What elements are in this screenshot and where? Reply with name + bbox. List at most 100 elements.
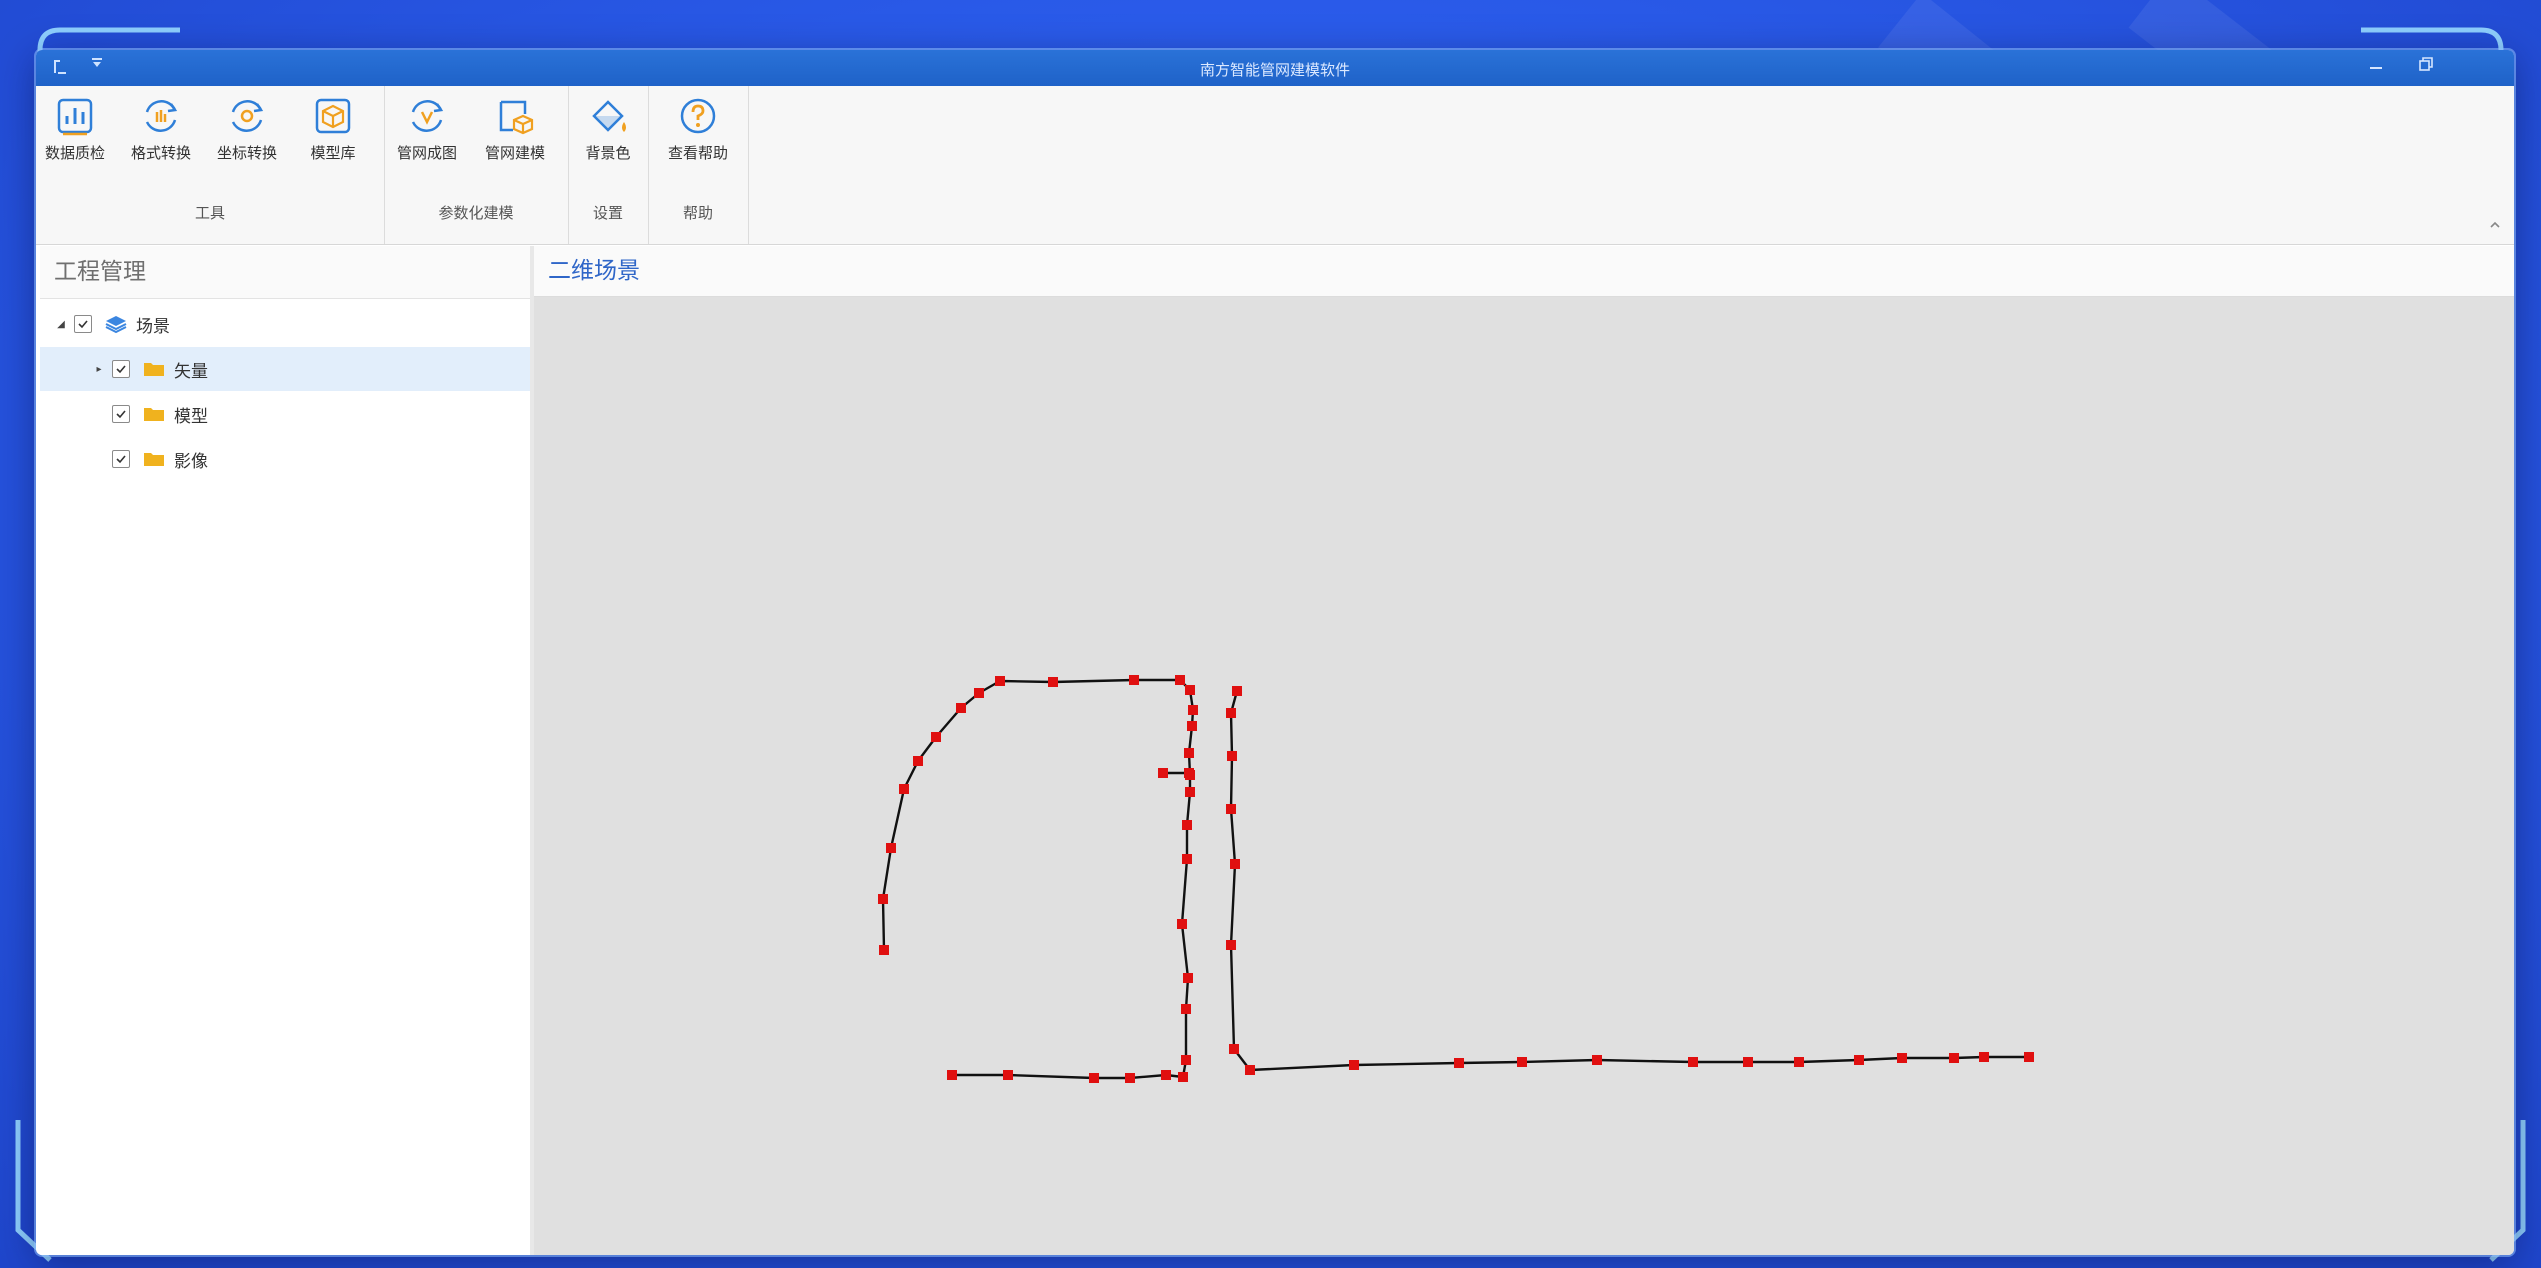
pipe-node[interactable]	[1048, 677, 1058, 687]
pipe-node[interactable]	[1161, 1070, 1171, 1080]
collapse-arrow-icon[interactable]: ◢	[54, 319, 68, 330]
tree-item-scene-label: 场景	[136, 316, 170, 337]
folder-icon	[144, 363, 164, 376]
pipe-node[interactable]	[1688, 1057, 1698, 1067]
pipe-node[interactable]	[1181, 1004, 1191, 1014]
pipe-modeling-button[interactable]: 管网建模	[480, 92, 550, 182]
format-convert-label: 格式转换	[130, 144, 191, 162]
title-bar: 南方智能管网建模软件	[36, 50, 2514, 86]
pipe-node[interactable]	[1454, 1058, 1464, 1068]
pipe-node[interactable]	[947, 1070, 957, 1080]
coordinate-convert-button[interactable]: 坐标转换	[212, 92, 282, 182]
pipe-node[interactable]	[878, 894, 888, 904]
pipe-node[interactable]	[1854, 1055, 1864, 1065]
pipe-node[interactable]	[1245, 1065, 1255, 1075]
pipe-node[interactable]	[931, 732, 941, 742]
pipe-mapping-label: 管网成图	[396, 144, 457, 162]
pipe-node[interactable]	[1125, 1073, 1135, 1083]
checkbox-vector[interactable]	[112, 360, 130, 378]
pipe-node[interactable]	[2024, 1052, 2034, 1062]
ribbon-collapse-icon[interactable]	[2488, 218, 2504, 234]
pipe-node[interactable]	[1182, 820, 1192, 830]
format-convert-button[interactable]: 格式转换	[126, 92, 196, 182]
data-check-button[interactable]: 数据质检	[40, 92, 110, 182]
pipe-node[interactable]	[1226, 940, 1236, 950]
view-help-label: 查看帮助	[667, 144, 728, 162]
map-canvas[interactable]	[534, 297, 2514, 1255]
pipe-node[interactable]	[1229, 1044, 1239, 1054]
ribbon-group-help: 查看帮助 帮助	[648, 86, 749, 244]
coordinate-convert-label: 坐标转换	[216, 144, 277, 162]
tab-2d-scene[interactable]: 二维场景	[534, 246, 2514, 297]
pipe-node[interactable]	[899, 784, 909, 794]
pipe-line	[881, 678, 1195, 1080]
pipe-node[interactable]	[956, 703, 966, 713]
pipe-node[interactable]	[1897, 1053, 1907, 1063]
tree-item-model[interactable]: 模型	[40, 392, 530, 436]
checkbox-scene[interactable]	[74, 315, 92, 333]
pipe-node[interactable]	[1743, 1057, 1753, 1067]
tree-item-model-label: 模型	[174, 406, 208, 427]
group-label-parametric-modeling: 参数化建模	[438, 204, 514, 222]
pipe-node[interactable]	[879, 945, 889, 955]
pipe-node[interactable]	[1177, 919, 1187, 929]
pipe-node[interactable]	[974, 688, 984, 698]
pipe-mapping-icon	[411, 100, 444, 132]
pipe-node[interactable]	[1949, 1053, 1959, 1063]
pipe-node[interactable]	[1182, 854, 1192, 864]
pipe-node[interactable]	[1592, 1055, 1602, 1065]
scene-2d-view: 二维场景	[534, 246, 2514, 1255]
pipe-node[interactable]	[1185, 787, 1195, 797]
pipe-modeling-label: 管网建模	[484, 144, 545, 162]
checkbox-imagery[interactable]	[112, 450, 130, 468]
pipe-node[interactable]	[1129, 675, 1139, 685]
pipe-node[interactable]	[1175, 675, 1185, 685]
pipe-node[interactable]	[1185, 685, 1195, 695]
pipe-mapping-button[interactable]: 管网成图	[392, 92, 462, 182]
pipe-node[interactable]	[1188, 705, 1198, 715]
pipe-node[interactable]	[1226, 708, 1236, 718]
pipe-node[interactable]	[1158, 768, 1168, 778]
pipe-node[interactable]	[1227, 751, 1237, 761]
model-library-icon	[315, 98, 351, 134]
tree-item-vector[interactable]: ▸ 矢量	[40, 347, 530, 391]
pipe-node[interactable]	[1226, 804, 1236, 814]
tree-item-imagery[interactable]: 影像	[40, 437, 530, 481]
pipe-node[interactable]	[1979, 1052, 1989, 1062]
model-library-button[interactable]: 模型库	[298, 92, 368, 182]
pipe-node[interactable]	[1178, 1072, 1188, 1082]
pipe-node[interactable]	[1187, 721, 1197, 731]
pipe-node[interactable]	[913, 756, 923, 766]
pipe-node[interactable]	[1230, 859, 1240, 869]
tree-item-imagery-label: 影像	[174, 451, 208, 472]
pipe-node[interactable]	[1183, 973, 1193, 983]
expand-arrow-icon[interactable]: ▸	[92, 364, 106, 375]
pipe-node[interactable]	[1349, 1060, 1359, 1070]
pipe-node[interactable]	[1794, 1057, 1804, 1067]
window-title: 南方智能管网建模软件	[1199, 61, 1350, 79]
view-help-button[interactable]: 查看帮助	[663, 92, 733, 182]
pipe-node[interactable]	[886, 843, 896, 853]
group-label-tools: 工具	[194, 204, 225, 222]
format-convert-icon	[145, 100, 178, 132]
pipe-node[interactable]	[1184, 748, 1194, 758]
minimize-button[interactable]	[2358, 54, 2394, 80]
group-label-help: 帮助	[682, 204, 713, 222]
pipe-node[interactable]	[1232, 686, 1242, 696]
coordinate-convert-icon	[231, 100, 264, 132]
pipe-node[interactable]	[995, 676, 1005, 686]
pipe-node[interactable]	[1184, 768, 1194, 778]
pipe-node[interactable]	[1517, 1057, 1527, 1067]
pipe-line	[1229, 690, 2029, 1072]
ribbon-group-settings: 背景色 设置	[568, 86, 649, 244]
pipe-node[interactable]	[1181, 1055, 1191, 1065]
tree-item-scene[interactable]: ◢ 场景	[40, 302, 530, 346]
pipe-modeling-icon	[499, 100, 534, 135]
restore-button[interactable]	[2408, 54, 2444, 80]
pipe-node[interactable]	[1089, 1073, 1099, 1083]
pipe-node[interactable]	[1003, 1070, 1013, 1080]
group-label-settings: 设置	[592, 204, 623, 222]
ribbon-group-parametric-modeling: 管网成图 管网建模 参数化建模	[384, 86, 569, 244]
checkbox-model[interactable]	[112, 405, 130, 423]
background-color-button[interactable]: 背景色	[573, 92, 643, 182]
